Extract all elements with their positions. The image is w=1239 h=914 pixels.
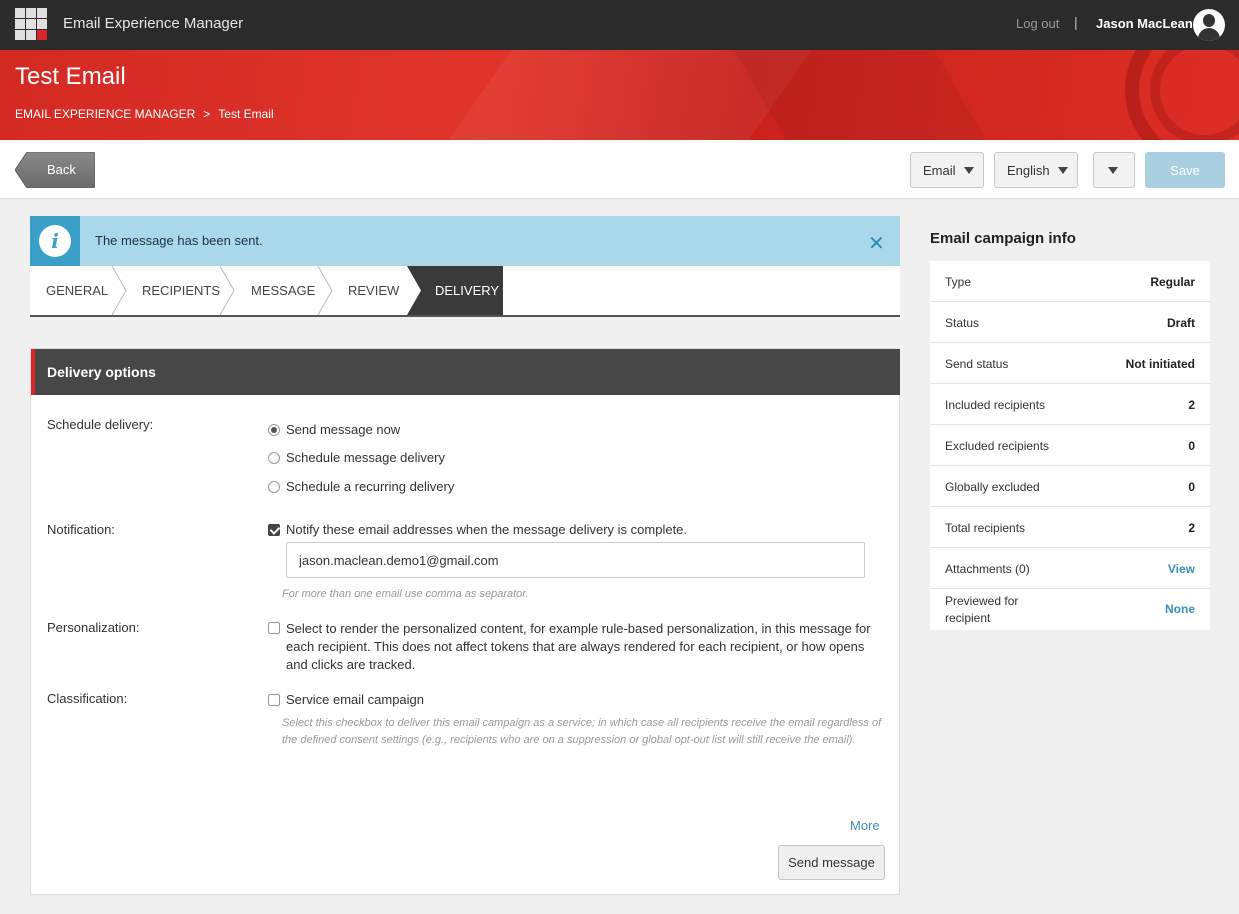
caret-down-icon bbox=[1108, 166, 1118, 174]
caret-down-icon bbox=[1057, 166, 1068, 174]
back-label: Back bbox=[47, 162, 76, 177]
toolbar: Back Email English Save bbox=[0, 140, 1239, 199]
app-grid-icon[interactable] bbox=[15, 8, 47, 40]
info-key: Previewed for recipient bbox=[945, 594, 1019, 625]
notification-hint: For more than one email use comma as sep… bbox=[282, 588, 529, 600]
radio-send-now[interactable]: Send message now bbox=[268, 422, 400, 437]
schedule-label: Schedule delivery: bbox=[47, 417, 154, 432]
radio-button[interactable] bbox=[268, 481, 280, 493]
avatar-icon[interactable] bbox=[1193, 9, 1225, 41]
info-value: Regular bbox=[1150, 275, 1195, 289]
classification-hint: Select this checkbox to deliver this ema… bbox=[282, 717, 882, 746]
info-value: 2 bbox=[1188, 521, 1195, 535]
notice-message: The message has been sent. bbox=[95, 233, 263, 248]
campaign-info-table: Type Regular Status Draft Send status No… bbox=[930, 261, 1210, 630]
language-select-value: English bbox=[1007, 162, 1050, 178]
radio-recurring-delivery[interactable]: Schedule a recurring delivery bbox=[268, 479, 454, 494]
info-key: Type bbox=[945, 275, 972, 289]
info-key: Status bbox=[945, 316, 980, 330]
step-divider bbox=[407, 266, 421, 315]
campaign-info-title: Email campaign info bbox=[930, 230, 1076, 247]
page-header bbox=[0, 50, 1239, 140]
info-notice: i The message has been sent. ✕ bbox=[30, 216, 900, 266]
personalization-checkbox-label: Select to render the personalized conten… bbox=[286, 621, 871, 672]
info-row-included: Included recipients 2 bbox=[930, 384, 1210, 425]
service-email-checkbox-row[interactable]: Service email campaign bbox=[268, 692, 424, 707]
info-key: Send status bbox=[945, 357, 1009, 371]
breadcrumb-separator: > bbox=[203, 107, 211, 121]
info-row-previewed: Previewed for recipient None bbox=[930, 589, 1210, 630]
notify-checkbox-row[interactable]: Notify these email addresses when the me… bbox=[268, 522, 687, 537]
info-row-total: Total recipients 2 bbox=[930, 507, 1210, 548]
personalization-label: Personalization: bbox=[47, 620, 140, 635]
radio-label: Schedule a recurring delivery bbox=[286, 479, 455, 494]
more-actions-dropdown[interactable] bbox=[1093, 152, 1135, 188]
save-button[interactable]: Save bbox=[1145, 152, 1225, 188]
info-value: 2 bbox=[1188, 398, 1195, 412]
info-row-status: Status Draft bbox=[930, 302, 1210, 343]
radio-schedule-delivery[interactable]: Schedule message delivery bbox=[268, 450, 445, 465]
close-icon[interactable]: ✕ bbox=[868, 231, 885, 256]
info-row-type: Type Regular bbox=[930, 261, 1210, 302]
page-title: Test Email bbox=[15, 63, 126, 90]
notify-checkbox-label: Notify these email addresses when the me… bbox=[286, 522, 688, 537]
more-link[interactable]: More bbox=[850, 818, 880, 833]
info-row-send-status: Send status Not initiated bbox=[930, 343, 1210, 384]
wizard-steps: GENERAL RECIPIENTS MESSAGE REVIEW DELIVE… bbox=[30, 266, 900, 317]
info-icon: i bbox=[30, 216, 80, 266]
notification-email-input[interactable] bbox=[286, 542, 865, 578]
info-value: Draft bbox=[1166, 316, 1195, 330]
radio-label: Schedule message delivery bbox=[286, 450, 445, 465]
user-name[interactable]: Jason MacLean bbox=[1096, 16, 1193, 31]
panel-header: Delivery options bbox=[31, 349, 900, 395]
info-value: Not initiated bbox=[1125, 357, 1195, 371]
info-value: 0 bbox=[1188, 480, 1195, 494]
previewed-recipient-link[interactable]: None bbox=[1165, 602, 1195, 616]
step-general-label: GENERAL bbox=[46, 283, 109, 298]
channel-select[interactable]: Email bbox=[910, 152, 984, 188]
info-key: Total recipients bbox=[945, 521, 1026, 535]
back-button[interactable]: Back bbox=[15, 152, 95, 188]
send-message-button[interactable]: Send message bbox=[778, 845, 885, 880]
step-message-label: MESSAGE bbox=[251, 283, 316, 298]
panel-title: Delivery options bbox=[47, 364, 156, 380]
info-key: Included recipients bbox=[945, 398, 1046, 412]
service-email-checkbox-label: Service email campaign bbox=[286, 692, 425, 707]
radio-button[interactable] bbox=[268, 424, 280, 436]
info-row-excluded: Excluded recipients 0 bbox=[930, 425, 1210, 466]
view-attachments-link[interactable]: View bbox=[1168, 562, 1195, 576]
personalization-checkbox[interactable] bbox=[268, 622, 280, 634]
radio-button[interactable] bbox=[268, 452, 280, 464]
caret-down-icon bbox=[963, 166, 974, 174]
info-key: Attachments (0) bbox=[945, 562, 1030, 576]
radio-label: Send message now bbox=[286, 422, 401, 437]
service-email-checkbox[interactable] bbox=[268, 694, 280, 706]
notification-label: Notification: bbox=[47, 522, 115, 537]
info-value: 0 bbox=[1188, 439, 1195, 453]
language-select[interactable]: English bbox=[994, 152, 1078, 188]
breadcrumb-item-current: Test Email bbox=[218, 107, 274, 121]
step-delivery-label: DELIVERY bbox=[435, 283, 500, 298]
notify-checkbox[interactable] bbox=[268, 524, 280, 536]
channel-select-value: Email bbox=[923, 162, 956, 178]
logout-link[interactable]: Log out bbox=[1016, 16, 1059, 31]
info-row-globally-excluded: Globally excluded 0 bbox=[930, 466, 1210, 507]
top-bar: Email Experience Manager Log out | Jason… bbox=[0, 0, 1239, 50]
app-title: Email Experience Manager bbox=[63, 15, 244, 32]
info-key: Globally excluded bbox=[945, 480, 1040, 494]
breadcrumb: EMAIL EXPERIENCE MANAGER > Test Email bbox=[15, 107, 274, 121]
step-review-label: REVIEW bbox=[348, 283, 400, 298]
delivery-options-panel: Delivery options Schedule delivery: Send… bbox=[30, 348, 900, 895]
classification-label: Classification: bbox=[47, 691, 128, 706]
breadcrumb-item-eem[interactable]: EMAIL EXPERIENCE MANAGER bbox=[15, 107, 195, 121]
info-key: Excluded recipients bbox=[945, 439, 1050, 453]
personalization-checkbox-row[interactable]: Select to render the personalized conten… bbox=[268, 620, 878, 674]
step-recipients-label: RECIPIENTS bbox=[142, 283, 221, 298]
separator: | bbox=[1074, 14, 1078, 30]
info-row-attachments: Attachments (0) View bbox=[930, 548, 1210, 589]
